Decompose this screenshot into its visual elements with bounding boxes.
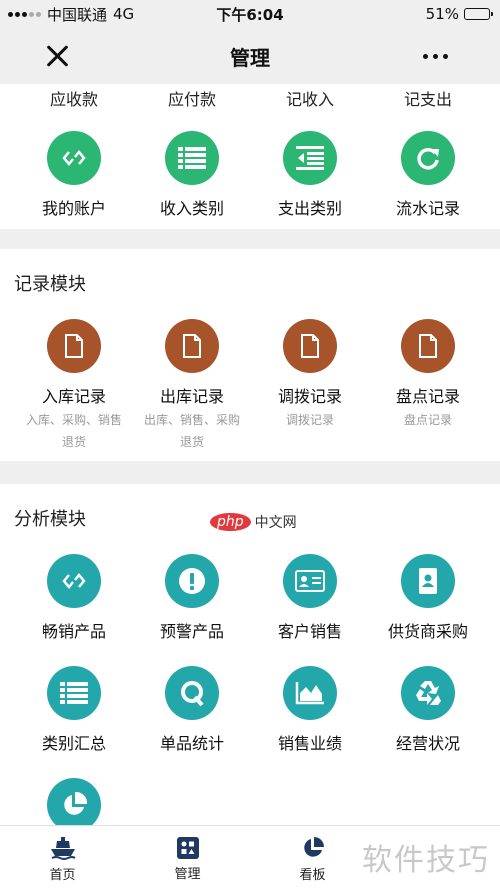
id-card-icon — [283, 554, 337, 608]
ship-icon — [50, 837, 76, 860]
list-icon — [47, 666, 101, 720]
contacts-icon — [401, 554, 455, 608]
battery-percent: 51% — [425, 5, 459, 23]
section-title-records: 记录模块 — [14, 274, 86, 295]
outdent-icon — [283, 131, 337, 185]
analysis-label: 单品统计 — [159, 734, 224, 753]
expense-category-button[interactable]: 支出类别 — [251, 131, 369, 219]
record-label: 调拨记录 — [277, 387, 342, 406]
analysis-label: 畅销产品 — [41, 622, 106, 641]
analysis-label: 经营状况 — [395, 734, 460, 753]
record-income-link[interactable]: 记收入 — [251, 86, 369, 110]
stocktake-record-button[interactable]: 盘点记录 盘点记录 — [369, 319, 487, 453]
receivable-link[interactable]: 应收款 — [15, 86, 133, 110]
business-status-button[interactable]: 经营状况 — [369, 666, 487, 754]
transfer-record-button[interactable]: 调拨记录 调拨记录 — [251, 319, 369, 453]
record-subtitle: 退货 — [179, 435, 204, 449]
finance-label: 流水记录 — [395, 199, 460, 218]
php-watermark: php 中文网 — [210, 512, 297, 532]
document-icon — [283, 319, 337, 373]
watermark-text: 软件技巧 — [362, 843, 490, 878]
inbound-record-button[interactable]: 入库记录 入库、采购、销售 退货 — [15, 319, 133, 453]
document-icon — [47, 319, 101, 373]
record-label: 入库记录 — [41, 387, 106, 406]
top-row: 应收款 应付款 记收入 记支出 — [15, 86, 500, 110]
area-chart-icon — [283, 666, 337, 720]
php-watermark-text: 中文网 — [254, 515, 297, 531]
document-icon — [401, 319, 455, 373]
tab-bar: 首页 管理 看板 软件技巧 — [0, 825, 500, 889]
q-icon — [165, 666, 219, 720]
analysis-label: 类别汇总 — [41, 734, 106, 753]
analysis-label: 销售业绩 — [277, 734, 342, 753]
close-icon[interactable] — [44, 42, 72, 70]
analysis-label: 客户销售 — [277, 622, 342, 641]
sales-performance-button[interactable]: 销售业绩 — [251, 666, 369, 754]
php-logo: php — [210, 513, 251, 531]
records-card: 记录模块 入库记录 入库、采购、销售 退货 出库记录 出库、销售、采购 退货 调… — [0, 249, 500, 461]
record-subtitle: 出库、销售、采购 — [143, 413, 240, 427]
tab-label: 首页 — [49, 868, 76, 883]
finance-label: 收入类别 — [159, 199, 224, 218]
page-title: 管理 — [230, 45, 270, 70]
finance-card: 应收款 应付款 记收入 记支出 我的账户 收入类别 支出类别 流水记录 — [0, 84, 500, 229]
record-label: 出库记录 — [159, 387, 224, 406]
tab-label: 看板 — [299, 868, 326, 883]
bestseller-button[interactable]: 畅销产品 — [15, 554, 133, 642]
outbound-record-button[interactable]: 出库记录 出库、销售、采购 退货 — [133, 319, 251, 453]
record-subtitle: 入库、采购、销售 — [25, 413, 122, 427]
finance-label: 我的账户 — [41, 199, 106, 218]
warning-product-button[interactable]: 预警产品 — [133, 554, 251, 642]
link-icon — [47, 131, 101, 185]
record-expense-link[interactable]: 记支出 — [369, 86, 487, 110]
content: 应收款 应付款 记收入 记支出 我的账户 收入类别 支出类别 流水记录 记录模块… — [0, 84, 500, 825]
supplier-purchase-button[interactable]: 供货商采购 — [369, 554, 487, 642]
link-icon — [47, 554, 101, 608]
apps-icon — [176, 837, 199, 859]
alert-icon — [165, 554, 219, 608]
pie-chart-icon — [47, 778, 101, 825]
category-summary-button[interactable]: 类别汇总 — [15, 666, 133, 754]
list-icon — [165, 131, 219, 185]
pie-icon — [303, 837, 324, 857]
analysis-label: 预警产品 — [159, 622, 224, 641]
nav-bar: 管理 — [0, 28, 500, 84]
records-grid: 入库记录 入库、采购、销售 退货 出库记录 出库、销售、采购 退货 调拨记录 调… — [15, 319, 500, 453]
status-bar: 中国联通 4G 下午6:04 51% — [0, 0, 500, 28]
pie-chart-button[interactable] — [15, 778, 133, 825]
document-icon — [165, 319, 219, 373]
payable-link[interactable]: 应付款 — [133, 86, 251, 110]
record-label: 盘点记录 — [395, 387, 460, 406]
tab-manage[interactable]: 管理 — [125, 826, 250, 889]
battery-icon — [464, 8, 493, 20]
record-subtitle: 退货 — [61, 435, 86, 449]
record-subtitle: 盘点记录 — [403, 413, 452, 427]
analysis-card: 分析模块 畅销产品 预警产品 客户销售 供货商采购 类别汇总 单品统计 销售业绩… — [0, 484, 500, 825]
refresh-icon — [401, 131, 455, 185]
my-account-button[interactable]: 我的账户 — [15, 131, 133, 219]
analysis-label: 供货商采购 — [387, 622, 468, 641]
tab-dashboard[interactable]: 看板 — [250, 826, 375, 889]
section-title-analysis: 分析模块 — [14, 509, 86, 530]
tab-home[interactable]: 首页 — [0, 826, 125, 889]
flow-record-button[interactable]: 流水记录 — [369, 131, 487, 219]
more-icon[interactable] — [423, 54, 448, 59]
customer-sales-button[interactable]: 客户销售 — [251, 554, 369, 642]
analysis-grid: 畅销产品 预警产品 客户销售 供货商采购 类别汇总 单品统计 销售业绩 经营状况 — [15, 554, 500, 825]
finance-grid: 我的账户 收入类别 支出类别 流水记录 — [15, 131, 500, 219]
status-right: 51% — [425, 5, 493, 23]
income-category-button[interactable]: 收入类别 — [133, 131, 251, 219]
recycle-icon — [401, 666, 455, 720]
single-product-stats-button[interactable]: 单品统计 — [133, 666, 251, 754]
tab-label: 管理 — [174, 867, 201, 882]
record-subtitle: 调拨记录 — [285, 413, 334, 427]
finance-label: 支出类别 — [277, 199, 342, 218]
